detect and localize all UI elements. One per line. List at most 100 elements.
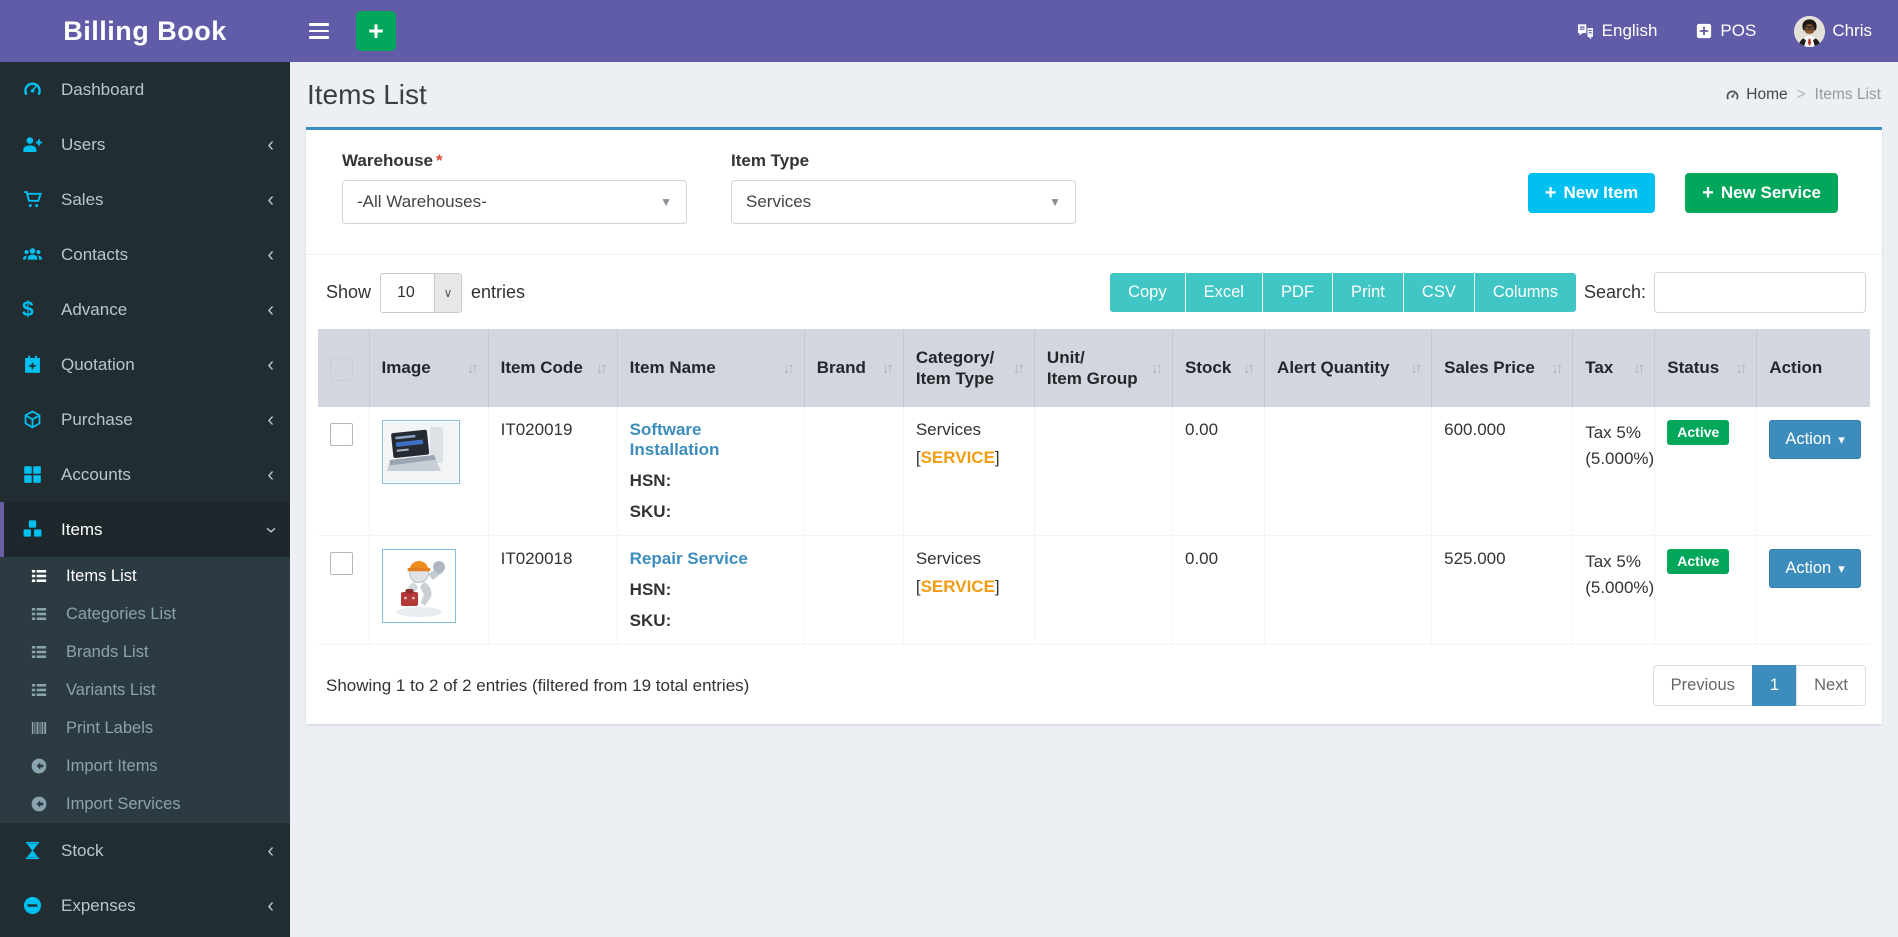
sidebar-item-items[interactable]: Items ‹ (0, 502, 290, 557)
sort-icon: ↓↑ (1012, 359, 1025, 377)
warehouse-select-value: -All Warehouses- (357, 192, 487, 211)
export-buttons: Copy Excel PDF Print CSV Columns (1110, 273, 1576, 312)
dashboard-icon (1726, 90, 1739, 100)
export-print-button[interactable]: Print (1332, 273, 1404, 312)
previous-page-button[interactable]: Previous (1652, 665, 1753, 706)
column-header-unit-item-group[interactable]: Unit/Item Group ↓↑ (1034, 329, 1174, 407)
brand-cell (804, 535, 904, 645)
column-header-alert-quantity[interactable]: Alert Quantity ↓↑ (1264, 329, 1433, 407)
action-button[interactable]: Action ▾ (1769, 549, 1861, 588)
warehouse-select[interactable]: -All Warehouses- ▼ (342, 180, 687, 224)
select-all-checkbox[interactable] (330, 358, 353, 381)
new-service-button[interactable]: + New Service (1685, 173, 1838, 213)
item-type-select[interactable]: Services ▼ (731, 180, 1076, 224)
sidebar-item-label: Items (61, 519, 103, 539)
app-brand[interactable]: Billing Book (0, 0, 290, 62)
column-header-item-code[interactable]: Item Code ↓↑ (488, 329, 618, 407)
chevron-left-icon: ‹ (267, 298, 274, 321)
sidebar-subitem-items-list[interactable]: Items List (0, 557, 290, 595)
sidebar-item-sales[interactable]: Sales ‹ (0, 172, 290, 227)
plus-icon: + (1702, 182, 1714, 204)
row-checkbox[interactable] (330, 552, 353, 575)
sidebar-item-quotation[interactable]: Quotation ‹ (0, 337, 290, 392)
item-name-link[interactable]: Repair Service (630, 549, 748, 569)
column-header-brand[interactable]: Brand ↓↑ (804, 329, 904, 407)
status-badge: Active (1667, 549, 1730, 574)
sidebar-item-dashboard[interactable]: Dashboard (0, 62, 290, 117)
sort-icon: ↓↑ (1243, 359, 1255, 377)
column-header-sales-price[interactable]: Sales Price ↓↑ (1431, 329, 1574, 407)
sidebar-item-advance[interactable]: $ Advance ‹ (0, 282, 290, 337)
new-item-button[interactable]: + New Item (1527, 173, 1656, 213)
row-checkbox[interactable] (330, 423, 353, 446)
chevron-left-icon: ‹ (267, 188, 274, 211)
pagination: Previous 1 Next (1652, 665, 1866, 706)
sidebar-subitem-categories-list[interactable]: Categories List (0, 595, 290, 633)
sort-icon: ↓↑ (1151, 359, 1163, 377)
hourglass-icon (22, 840, 48, 862)
chevron-left-icon: ‹ (267, 353, 274, 376)
chevron-left-icon: ‹ (267, 243, 274, 266)
language-label: English (1601, 21, 1658, 40)
export-columns-button[interactable]: Columns (1474, 273, 1576, 312)
items-submenu: Items List Categories List Brands List V… (0, 557, 290, 823)
sidebar: Dashboard Users ‹ Sales ‹ Contacts ‹ $ A… (0, 62, 290, 937)
sidebar-item-stock[interactable]: Stock ‹ (0, 823, 290, 878)
sidebar-item-expenses[interactable]: Expenses ‹ (0, 878, 290, 933)
sidebar-subitem-brands-list[interactable]: Brands List (0, 633, 290, 671)
sidebar-subitem-import-services[interactable]: Import Services (0, 785, 290, 823)
action-button[interactable]: Action ▾ (1769, 420, 1861, 459)
sku-label: SKU: (629, 502, 672, 521)
column-header-category-item-type[interactable]: Category/Item Type ↓↑ (903, 329, 1035, 407)
sidebar-item-label: Purchase (61, 409, 133, 429)
sidebar-subitem-variants-list[interactable]: Variants List (0, 671, 290, 709)
caret-down-icon: ▾ (1838, 431, 1845, 447)
column-header-status[interactable]: Status ↓↑ (1654, 329, 1758, 407)
quick-add-button[interactable]: + (356, 11, 396, 51)
sidebar-subitem-import-items[interactable]: Import Items (0, 747, 290, 785)
column-header-tax[interactable]: Tax ↓↑ (1572, 329, 1656, 407)
sidebar-item-purchase[interactable]: Purchase ‹ (0, 392, 290, 447)
cubes-icon (22, 519, 48, 541)
user-menu[interactable]: Chris (1794, 15, 1872, 47)
sidebar-item-label: Sales (61, 189, 104, 209)
sidebar-subitem-print-labels[interactable]: Print Labels (0, 709, 290, 747)
page-1-button[interactable]: 1 (1751, 665, 1798, 706)
sidebar-item-label: Contacts (61, 244, 129, 264)
chevron-left-icon: ‹ (267, 408, 274, 431)
sidebar-toggle-icon[interactable] (290, 23, 348, 39)
export-copy-button[interactable]: Copy (1110, 273, 1186, 312)
sales-price-cell: 525.000 (1431, 535, 1574, 645)
language-menu[interactable]: English (1576, 21, 1658, 41)
language-icon (1576, 22, 1595, 41)
sidebar-subitem-label: Variants List (66, 680, 156, 699)
sidebar-item-users[interactable]: Users ‹ (0, 117, 290, 172)
list-icon (30, 643, 54, 661)
export-excel-button[interactable]: Excel (1185, 273, 1263, 312)
sort-icon: ↓↑ (881, 359, 894, 377)
sidebar-item-label: Dashboard (61, 79, 145, 99)
top-navbar: Billing Book + English POS Chris (0, 0, 1898, 62)
column-header-stock[interactable]: Stock ↓↑ (1172, 329, 1266, 407)
sidebar-subitem-label: Brands List (66, 642, 149, 661)
entries-label: entries (471, 282, 526, 302)
search-input[interactable] (1654, 272, 1866, 313)
section-divider (306, 254, 1882, 255)
sidebar-item-contacts[interactable]: Contacts ‹ (0, 227, 290, 282)
chevron-down-icon: ∨ (434, 273, 462, 312)
item-code-cell: IT020018 (488, 535, 618, 645)
next-page-button[interactable]: Next (1796, 665, 1866, 706)
required-asterisk: * (436, 151, 443, 170)
column-header-image[interactable]: Image ↓↑ (369, 329, 489, 407)
category-cell: Services [SERVICE] (903, 407, 1035, 536)
sidebar-item-accounts[interactable]: Accounts ‹ (0, 447, 290, 502)
page-length-select[interactable]: 10 ∨ (380, 272, 463, 313)
export-csv-button[interactable]: CSV (1403, 273, 1475, 312)
column-header-item-name[interactable]: Item Name ↓↑ (617, 329, 805, 407)
search-label: Search: (1583, 282, 1646, 302)
breadcrumb-home-link[interactable]: Home (1725, 86, 1788, 104)
item-type-select-value: Services (746, 192, 812, 211)
item-name-link[interactable]: Software Installation (630, 420, 792, 460)
export-pdf-button[interactable]: PDF (1262, 273, 1333, 312)
pos-button[interactable]: POS (1695, 21, 1756, 41)
